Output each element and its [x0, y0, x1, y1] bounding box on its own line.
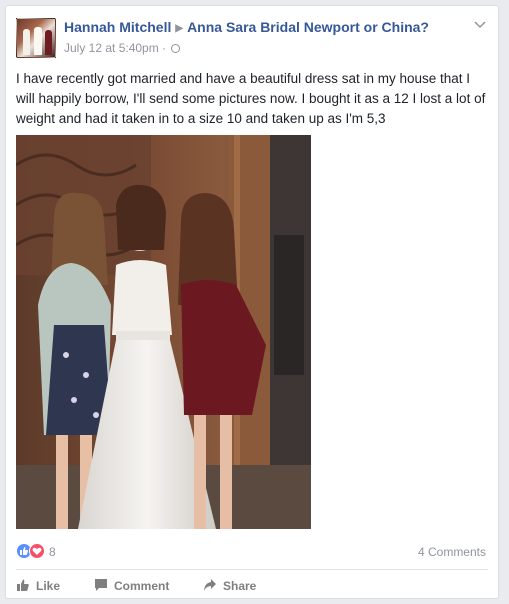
- author-name-link[interactable]: Hannah Mitchell: [64, 19, 171, 35]
- love-reaction-icon: [29, 543, 45, 559]
- post-title-line: Hannah Mitchell ▶ Anna Sara Bridal Newport…: [64, 19, 429, 35]
- like-button[interactable]: Like: [16, 577, 60, 595]
- group-name-link[interactable]: Anna Sara Bridal Newport or China?: [187, 19, 429, 35]
- meta-separator: ·: [162, 41, 167, 55]
- avatar-figure: [45, 30, 52, 55]
- post-card: Hannah Mitchell ▶ Anna Sara Bridal Newport…: [5, 5, 499, 599]
- share-icon: [203, 578, 217, 595]
- reaction-count[interactable]: 8: [49, 545, 56, 559]
- chevron-down-icon[interactable]: [474, 20, 486, 32]
- action-divider: [16, 569, 488, 570]
- post-actions-bar: Like Comment Share: [16, 577, 488, 595]
- comment-button[interactable]: Comment: [94, 577, 169, 595]
- share-label: Share: [223, 579, 257, 593]
- thumbs-up-icon: [16, 578, 30, 595]
- avatar-figure: [34, 27, 42, 55]
- comments-count-link[interactable]: 4 Comments: [418, 545, 486, 559]
- triangle-arrow-icon: ▶: [175, 23, 184, 34]
- like-label: Like: [36, 579, 61, 593]
- post-meta: July 12 at 5:40pm ·: [64, 41, 181, 55]
- post-timestamp[interactable]: July 12 at 5:40pm: [64, 41, 159, 55]
- comment-icon: [94, 578, 108, 595]
- author-avatar[interactable]: [16, 18, 56, 58]
- post-photo[interactable]: [16, 135, 311, 529]
- avatar-figure: [23, 29, 30, 55]
- share-button[interactable]: Share: [203, 577, 256, 595]
- post-body-text: I have recently got married and have a b…: [16, 71, 486, 126]
- globe-icon: [171, 44, 181, 53]
- comment-label: Comment: [114, 579, 170, 593]
- post-header: Hannah Mitchell ▶ Anna Sara Bridal Newport…: [16, 16, 488, 60]
